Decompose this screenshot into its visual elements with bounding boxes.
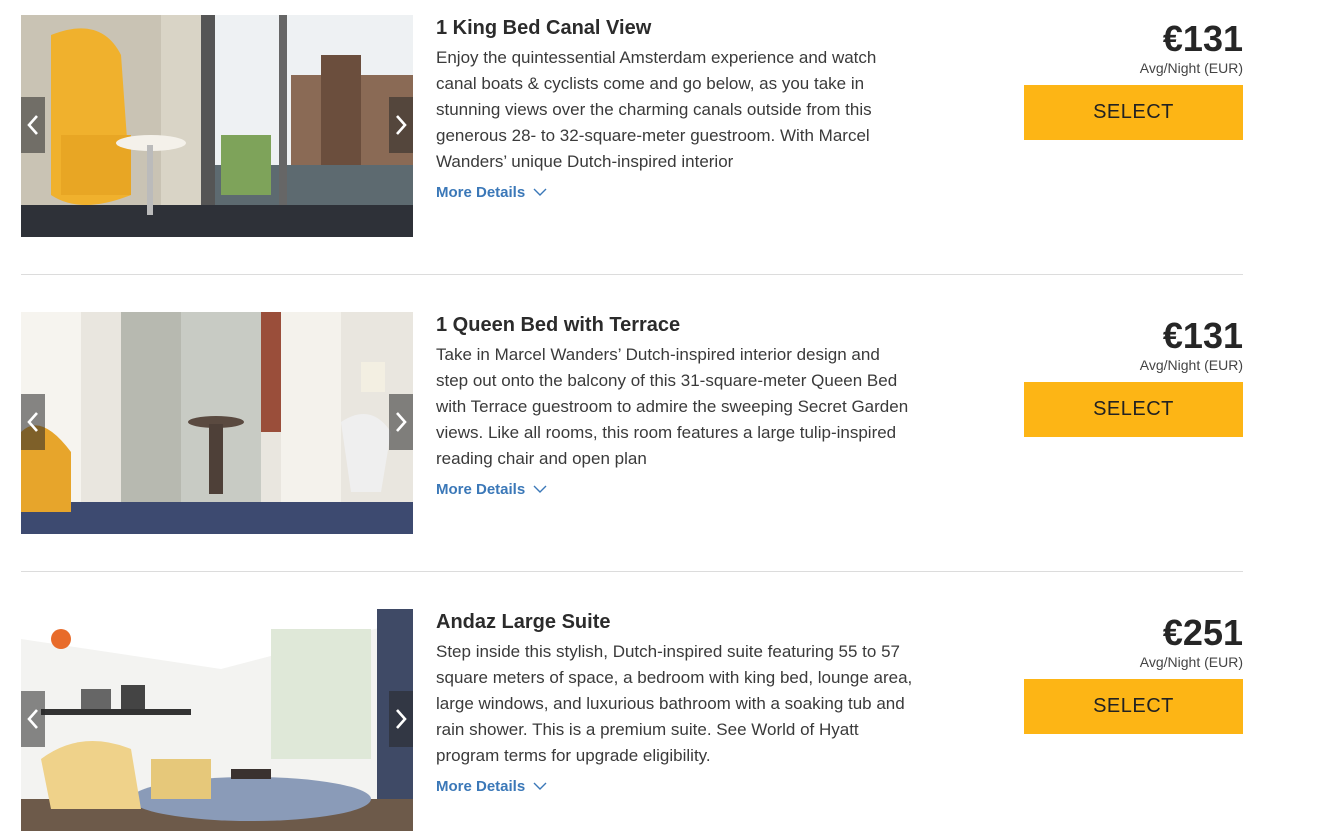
room-description: Step inside this stylish, Dutch-inspired…: [436, 642, 913, 765]
room-photo-image: [21, 15, 413, 237]
room-card-andaz-large-suite: Andaz Large Suite Step inside this styli…: [21, 609, 1243, 831]
more-details-link[interactable]: More Details: [436, 184, 547, 201]
select-button[interactable]: SELECT: [1024, 382, 1243, 437]
more-details-label: More Details: [436, 184, 526, 201]
room-info: Andaz Large Suite Step inside this styli…: [436, 609, 916, 796]
price-note: Avg/Night (EUR): [1139, 60, 1243, 76]
chevron-down-icon: [533, 188, 547, 196]
room-description: Enjoy the quintessential Amsterdam exper…: [436, 48, 877, 171]
chevron-left-icon: [27, 115, 38, 135]
more-details-link[interactable]: More Details: [436, 778, 547, 795]
more-details-label: More Details: [436, 481, 526, 498]
room-photo-image: [21, 609, 413, 831]
price-block: €131 Avg/Night (EUR) SELECT: [1023, 15, 1243, 140]
room-divider: [21, 274, 1243, 275]
carousel-next-button[interactable]: [389, 691, 413, 747]
room-price: €131: [1162, 315, 1243, 356]
chevron-right-icon: [396, 115, 407, 135]
chevron-right-icon: [396, 412, 407, 432]
room-price: €131: [1162, 18, 1243, 59]
room-card-king-canal-view: 1 King Bed Canal View Enjoy the quintess…: [21, 15, 1243, 237]
chevron-down-icon: [533, 782, 547, 790]
carousel-prev-button[interactable]: [21, 394, 45, 450]
room-photo-carousel[interactable]: [21, 312, 413, 534]
room-info: 1 Queen Bed with Terrace Take in Marcel …: [436, 312, 916, 499]
more-details-link[interactable]: More Details: [436, 481, 547, 498]
room-divider: [21, 571, 1243, 572]
carousel-next-button[interactable]: [389, 394, 413, 450]
room-info: 1 King Bed Canal View Enjoy the quintess…: [436, 15, 916, 202]
carousel-prev-button[interactable]: [21, 97, 45, 153]
room-photo-image: [21, 312, 413, 534]
room-description: Take in Marcel Wanders’ Dutch-inspired i…: [436, 345, 909, 468]
chevron-left-icon: [27, 412, 38, 432]
room-title: 1 Queen Bed with Terrace: [436, 314, 681, 336]
room-photo-carousel[interactable]: [21, 15, 413, 237]
more-details-label: More Details: [436, 778, 526, 795]
carousel-next-button[interactable]: [389, 97, 413, 153]
room-title: Andaz Large Suite: [436, 611, 611, 633]
room-card-queen-terrace: 1 Queen Bed with Terrace Take in Marcel …: [21, 312, 1243, 534]
price-block: €131 Avg/Night (EUR) SELECT: [1023, 312, 1243, 437]
price-note: Avg/Night (EUR): [1139, 654, 1243, 670]
select-button[interactable]: SELECT: [1024, 85, 1243, 140]
chevron-down-icon: [533, 485, 547, 493]
room-title: 1 King Bed Canal View: [436, 17, 652, 39]
carousel-prev-button[interactable]: [21, 691, 45, 747]
chevron-left-icon: [27, 709, 38, 729]
room-price: €251: [1162, 612, 1243, 653]
price-block: €251 Avg/Night (EUR) SELECT: [1023, 609, 1243, 734]
room-photo-carousel[interactable]: [21, 609, 413, 831]
chevron-right-icon: [396, 709, 407, 729]
price-note: Avg/Night (EUR): [1139, 357, 1243, 373]
select-button[interactable]: SELECT: [1024, 679, 1243, 734]
